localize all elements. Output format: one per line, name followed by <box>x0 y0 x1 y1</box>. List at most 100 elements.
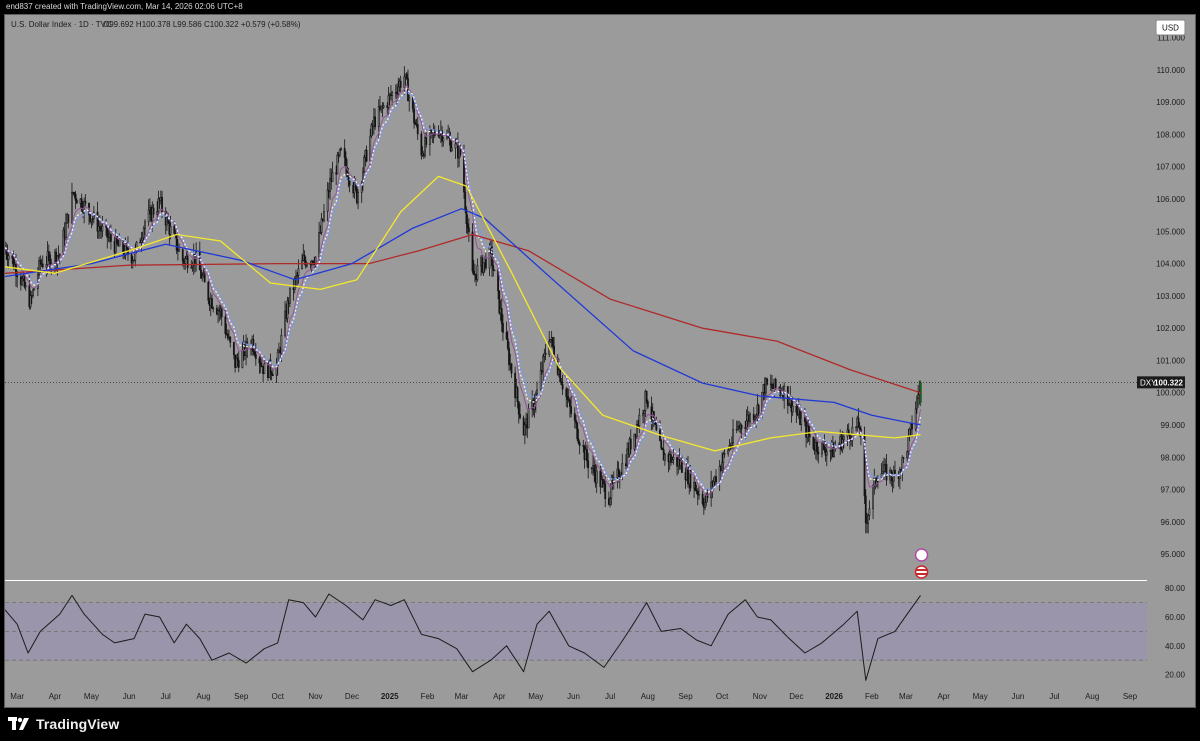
created-by-text: end837 created with TradingView.com, Mar… <box>6 2 243 11</box>
candle <box>872 485 874 510</box>
candle <box>263 363 266 375</box>
price-tick-label: 104.000 <box>1156 260 1185 269</box>
candle <box>306 263 308 267</box>
candle <box>413 108 415 123</box>
chart-svg[interactable]: 111.000110.000109.000108.000107.000106.0… <box>5 15 1195 707</box>
candle <box>237 360 240 368</box>
candle <box>576 422 579 440</box>
time-tick-label: Sep <box>234 692 249 701</box>
candle <box>800 417 803 425</box>
time-tick-label: Aug <box>1085 692 1099 701</box>
candle <box>271 374 274 377</box>
candle <box>236 357 239 361</box>
candle <box>416 124 419 135</box>
candle <box>407 78 409 102</box>
candle <box>288 287 291 304</box>
candle <box>211 298 213 309</box>
candle <box>506 338 509 349</box>
candle <box>175 235 178 251</box>
chart-frame[interactable]: 111.000 110.000 109.000 108.000 107.000 106.0… <box>4 14 1196 708</box>
time-tick-label: Nov <box>308 692 322 701</box>
candle <box>140 239 143 243</box>
time-tick-label: 2025 <box>381 692 399 701</box>
legend-ohlc: O99.692 H100.378 L99.586 C100.322 +0.579… <box>103 20 301 29</box>
candle <box>259 362 262 367</box>
price-tick-label: 102.000 <box>1156 324 1185 333</box>
rsi-tick-label: 40.00 <box>1165 642 1186 651</box>
candle <box>110 234 112 242</box>
candle <box>492 265 495 271</box>
candle <box>450 147 453 152</box>
candle <box>715 476 717 483</box>
candle <box>241 350 244 368</box>
candle <box>377 106 380 128</box>
candle <box>169 225 172 235</box>
time-tick-label: Apr <box>49 692 62 701</box>
candle <box>67 214 70 223</box>
candle <box>881 471 884 474</box>
price-tick-label: 108.000 <box>1156 130 1185 139</box>
candle <box>29 295 32 308</box>
time-tick-label: Dec <box>345 692 359 701</box>
candle <box>340 148 342 150</box>
tradingview-brand: TradingView <box>36 716 120 732</box>
candle <box>173 225 176 234</box>
candle <box>347 176 350 181</box>
candle <box>118 238 121 247</box>
time-tick-label: Jun <box>1011 692 1024 701</box>
candle <box>391 92 394 96</box>
candle <box>542 356 545 372</box>
candle <box>471 231 474 272</box>
time-tick-label: Jun <box>123 692 136 701</box>
candle <box>420 133 423 156</box>
top-bar: end837 created with TradingView.com, Mar… <box>0 0 1200 14</box>
rsi-tick-label: 20.00 <box>1165 671 1186 680</box>
candle <box>344 157 347 168</box>
us-flag-stripe <box>916 573 927 575</box>
candle <box>493 269 496 272</box>
candle <box>573 413 576 421</box>
candle <box>621 463 624 476</box>
candle <box>523 424 526 436</box>
rsi-tick-label: 60.00 <box>1165 613 1186 622</box>
candle <box>885 464 888 481</box>
candle <box>593 465 596 474</box>
candle <box>569 399 571 407</box>
candle <box>101 225 104 232</box>
candle <box>134 248 137 261</box>
candle <box>466 223 469 229</box>
time-tick-label: May <box>973 692 988 701</box>
candle <box>527 408 530 429</box>
candle <box>609 497 611 505</box>
candle <box>7 255 10 260</box>
candle <box>816 442 818 453</box>
price-tick-label: 103.000 <box>1156 292 1185 301</box>
candle <box>41 263 44 268</box>
time-tick-label: Oct <box>716 692 729 701</box>
time-tick-label: Jun <box>567 692 580 701</box>
candle <box>766 378 769 385</box>
candle <box>363 157 366 173</box>
candle <box>454 143 457 149</box>
candle <box>399 80 402 88</box>
candle <box>774 378 777 388</box>
candle <box>730 442 733 446</box>
rsi-tick-label: 80.00 <box>1165 584 1186 593</box>
candle <box>561 384 564 390</box>
candle <box>387 95 390 108</box>
candle <box>485 257 487 269</box>
candle <box>907 435 910 452</box>
candle <box>565 388 568 397</box>
tradingview-logo[interactable]: TradingView <box>8 716 119 732</box>
time-tick-label: May <box>84 692 99 701</box>
candle <box>326 189 329 212</box>
candle <box>476 265 479 280</box>
candle <box>382 105 385 108</box>
candle <box>645 390 648 402</box>
candle <box>842 435 845 441</box>
candle <box>595 470 598 484</box>
candle <box>408 97 411 102</box>
candle <box>917 394 920 399</box>
candle <box>224 316 227 334</box>
candle <box>577 438 580 444</box>
